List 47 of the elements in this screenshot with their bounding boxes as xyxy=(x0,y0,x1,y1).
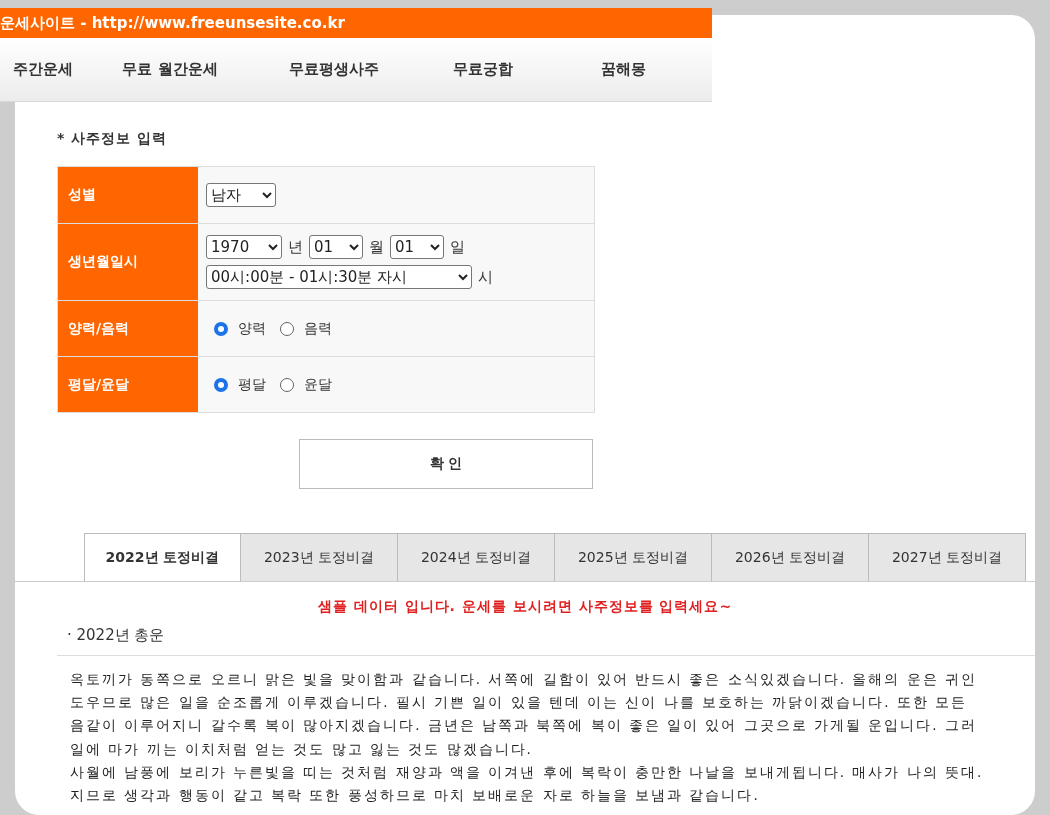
radio-label: 평달 xyxy=(238,375,266,394)
fortune-text: 사월에 남풍에 보리가 누른빛을 띠는 것처럼 재양과 액을 이겨낸 후에 복락이 충만한 나날을 보내게됩니다. 매사가 나의 뜻대. xyxy=(70,762,985,782)
nav-link[interactable]: 무료 월간운세 xyxy=(122,60,218,79)
nav-link[interactable]: 무료평생사주 xyxy=(289,60,379,79)
radio-label: 윤달 xyxy=(304,375,332,394)
year-tab[interactable]: 2025년 토정비결 xyxy=(555,533,712,581)
radio-option[interactable]: 평달 xyxy=(214,375,266,394)
year-tab[interactable]: 2027년 토정비결 xyxy=(869,533,1026,581)
field-label: 생년월일시 xyxy=(58,224,198,300)
field-label: 성별 xyxy=(58,167,198,223)
confirm-button[interactable]: 확 인 xyxy=(299,439,593,489)
year-tab[interactable]: 2024년 토정비결 xyxy=(398,533,555,581)
radio-button[interactable] xyxy=(214,377,228,392)
select-field[interactable]: 1970 xyxy=(206,235,282,259)
select-field[interactable]: 01 xyxy=(390,235,444,259)
radio-label: 음력 xyxy=(304,319,332,338)
select-field[interactable]: 01 xyxy=(309,235,363,259)
field-label: 평달/윤달 xyxy=(58,357,198,412)
radio-option[interactable]: 음력 xyxy=(280,319,332,338)
radio-button[interactable] xyxy=(214,321,228,336)
section-title: · 2022년 총운 xyxy=(57,626,1035,656)
year-tab[interactable]: 2023년 토정비결 xyxy=(241,533,398,581)
site-title-bar: 운세사이트 - http://www.freeunsesite.co.kr xyxy=(0,8,712,38)
fortune-text: 지므로 생각과 행동이 같고 복락 또한 풍성하므로 마치 보배로운 자로 하늘을 보냄과 같습니다. xyxy=(70,786,761,805)
nav-link[interactable]: 꿈해몽 xyxy=(600,60,646,79)
fortune-text: 음같이 이루어지니 갈수록 복이 많아지겠습니다. 금년은 남쪽과 북쪽에 복이 좋은 일이 있어 그곳으로 가게될 운입니다. 그러 xyxy=(70,716,978,736)
radio-button[interactable] xyxy=(280,321,294,336)
section-heading: * 사주정보 입력 xyxy=(57,130,169,148)
radio-button[interactable] xyxy=(280,377,294,392)
unit-label: 월 xyxy=(369,237,384,257)
select-field[interactable]: 남자 xyxy=(206,183,276,207)
radio-option[interactable]: 양력 xyxy=(214,319,266,338)
radio-option[interactable]: 윤달 xyxy=(280,375,332,394)
radio-label: 양력 xyxy=(238,319,266,338)
unit-label: 년 xyxy=(288,237,303,257)
year-tab[interactable]: 2026년 토정비결 xyxy=(712,533,869,581)
fortune-text: 옥토끼가 동쪽으로 오르니 맑은 빛을 맞이함과 같습니다. 서쪽에 길함이 있어 반드시 좋은 소식있겠습니다. 올해의 운은 귀인 xyxy=(70,670,978,689)
field-label: 양력/음력 xyxy=(58,301,198,356)
nav-link[interactable]: 무료궁합 xyxy=(453,60,513,79)
unit-label: 일 xyxy=(450,237,465,257)
select-field[interactable]: 00시:00분 - 01시:30분 자시 xyxy=(206,265,472,289)
nav-link[interactable]: 주간운세 xyxy=(12,60,73,79)
year-tab[interactable]: 2022년 토정비결 xyxy=(84,533,241,581)
fortune-text: 도우므로 많은 일을 순조롭게 이루겠습니다. 필시 기쁜 일이 있을 텐데 이는 신이 나를 보호하는 까닭이겠습니다. 또한 모든 xyxy=(70,693,969,713)
sample-notice: 샘플 데이터 입니다. 운세를 보시려면 사주정보를 입력세요~ xyxy=(316,598,734,616)
fortune-text: 일에 마가 끼는 이치처럼 얻는 것도 많고 잃는 것도 많겠습니다. xyxy=(70,739,534,759)
unit-label: 시 xyxy=(478,267,493,287)
